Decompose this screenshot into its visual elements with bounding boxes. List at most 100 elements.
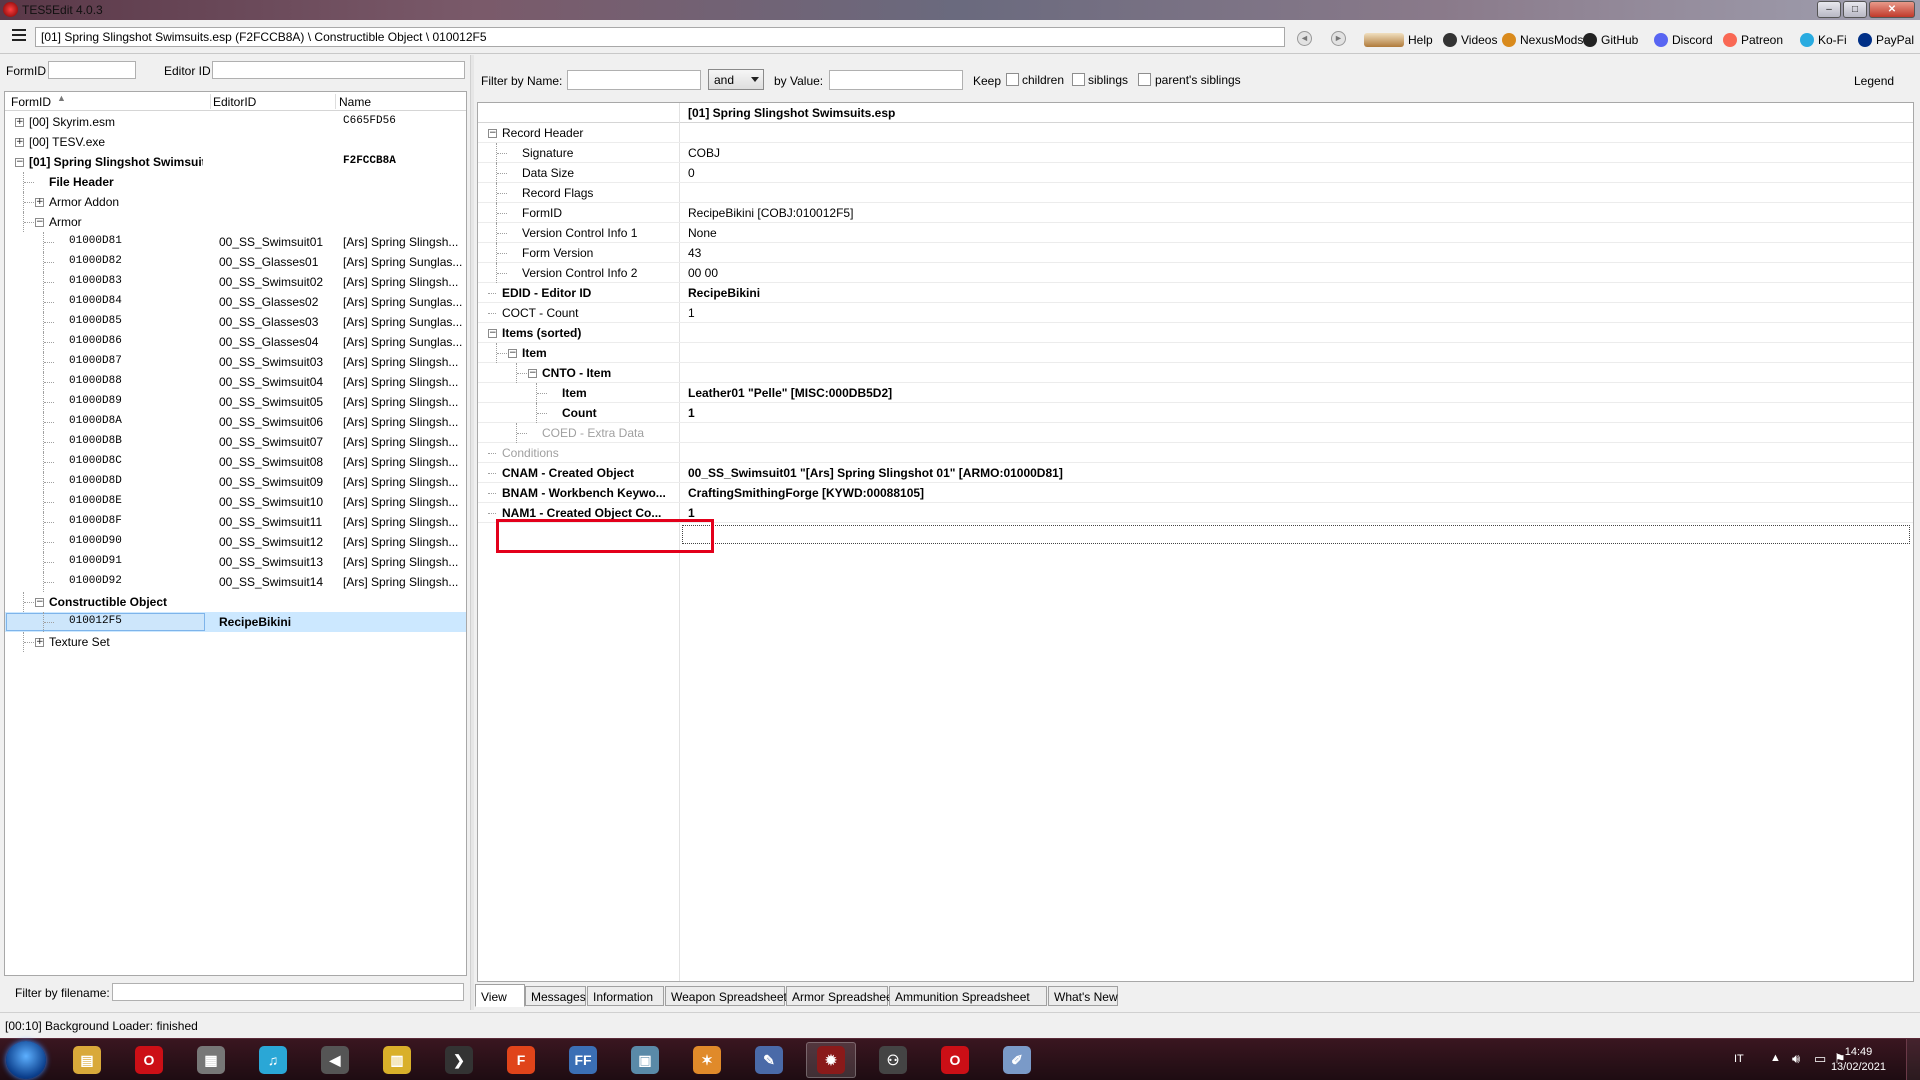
field-value[interactable]: CraftingSmithingForge [KYWD:00088105] (688, 486, 924, 500)
field-value[interactable]: 1 (688, 406, 695, 420)
record-field-row[interactable]: COCT - Count 1 (478, 303, 1913, 323)
record-field-row[interactable]: Conditions (478, 443, 1913, 463)
record-field-row[interactable]: Record Flags (478, 183, 1913, 203)
children-checkbox[interactable] (1006, 73, 1019, 86)
record-field-row[interactable]: FormID RecipeBikini [COBJ:010012F5] (478, 203, 1913, 223)
field-value[interactable]: 1 (688, 306, 695, 320)
legend-button[interactable]: Legend (1854, 74, 1894, 88)
collapse-icon[interactable]: − (488, 329, 497, 338)
field-value[interactable]: RecipeBikini [COBJ:010012F5] (688, 206, 853, 220)
tree-row[interactable]: + [00] Skyrim.esm C665FD56 (5, 112, 466, 132)
filter-name-input[interactable] (567, 70, 701, 90)
record-field-row[interactable]: − Items (sorted) (478, 323, 1913, 343)
tree-row[interactable]: 01000D8B 00_SS_Swimsuit07 [Ars] Spring Sli… (5, 432, 466, 452)
filter-filename-input[interactable] (112, 983, 464, 1001)
tab-weapon-spreadsheet[interactable]: Weapon Spreadsheet (665, 986, 787, 1006)
field-value[interactable]: COBJ (688, 146, 720, 160)
tree-row[interactable]: 01000D85 00_SS_Glasses03 [Ars] Spring Sung… (5, 312, 466, 332)
tree-row[interactable]: + [00] TESV.exe (5, 132, 466, 152)
tree-row[interactable]: + Armor Addon (5, 192, 466, 212)
siblings-checkbox[interactable] (1072, 73, 1085, 86)
record-field-row[interactable]: COED - Extra Data (478, 423, 1913, 443)
taskbar-app-media[interactable]: ▦ (186, 1042, 236, 1078)
tree-row[interactable]: 01000D86 00_SS_Glasses04 [Ars] Spring Sung… (5, 332, 466, 352)
tree-row[interactable]: 01000D89 00_SS_Swimsuit05 [Ars] Spring Sli… (5, 392, 466, 412)
maximize-button[interactable]: □ (1843, 1, 1867, 18)
record-field-row[interactable]: CNAM - Created Object 00_SS_Swimsuit01 "[… (478, 463, 1913, 483)
filter-value-input[interactable] (829, 70, 963, 90)
collapse-icon[interactable]: − (35, 218, 44, 227)
collapse-icon[interactable]: − (488, 129, 497, 138)
field-value[interactable]: 00 00 (688, 266, 718, 280)
taskbar-app-tes5edit[interactable]: ✹ (806, 1042, 856, 1078)
collapse-icon[interactable]: − (508, 349, 517, 358)
record-field-row[interactable]: − Item (478, 343, 1913, 363)
tree-row[interactable]: 01000D8C 00_SS_Swimsuit08 [Ars] Spring Sli… (5, 452, 466, 472)
tree-row[interactable]: 01000D88 00_SS_Swimsuit04 [Ars] Spring Sli… (5, 372, 466, 392)
link-patreon[interactable]: Patreon (1723, 33, 1783, 47)
and-or-select[interactable]: and (708, 69, 764, 90)
field-value[interactable]: 0 (688, 166, 695, 180)
show-desktop-button[interactable] (1906, 1039, 1920, 1080)
tab-messages[interactable]: Messages (525, 986, 586, 1006)
link-videos[interactable]: Videos (1443, 33, 1497, 47)
record-field-row[interactable]: Item Leather01 "Pelle" [MISC:000DB5D2] (478, 383, 1913, 403)
taskbar-app-paint[interactable]: ✐ (992, 1042, 1042, 1078)
tree-row[interactable]: + Texture Set (5, 632, 466, 652)
tree-row[interactable]: 01000D8E 00_SS_Swimsuit10 [Ars] Spring Sli… (5, 492, 466, 512)
clock[interactable]: 14:49 13/02/2021 (1831, 1045, 1886, 1075)
taskbar-app-opera2[interactable]: O (930, 1042, 980, 1078)
tree-row[interactable]: 01000D92 00_SS_Swimsuit14 [Ars] Spring Sli… (5, 572, 466, 592)
tab-what-s-new[interactable]: What's New (1048, 986, 1118, 1006)
focused-value-cell[interactable] (682, 525, 1910, 544)
tree-row[interactable]: 01000D90 00_SS_Swimsuit12 [Ars] Spring Sli… (5, 532, 466, 552)
start-button[interactable] (6, 1041, 46, 1079)
link-nexusmods[interactable]: NexusMods (1502, 33, 1583, 47)
taskbar-app-explorer[interactable]: ▤ (62, 1042, 112, 1078)
tree-row[interactable]: 01000D87 00_SS_Swimsuit03 [Ars] Spring Sli… (5, 352, 466, 372)
tree-row[interactable]: 01000D8F 00_SS_Swimsuit11 [Ars] Spring Sli… (5, 512, 466, 532)
menu-icon[interactable] (12, 29, 26, 43)
record-field-row[interactable]: Signature COBJ (478, 143, 1913, 163)
taskbar-app-black[interactable]: ❯ (434, 1042, 484, 1078)
network-icon[interactable]: ▭ (1814, 1051, 1826, 1067)
close-button[interactable]: ✕ (1869, 1, 1915, 18)
tree-row[interactable]: 01000D84 00_SS_Glasses02 [Ars] Spring Sung… (5, 292, 466, 312)
record-field-row[interactable]: Data Size 0 (478, 163, 1913, 183)
tree-row[interactable]: 01000D81 00_SS_Swimsuit01 [Ars] Spring Sli… (5, 232, 466, 252)
tab-view[interactable]: View (475, 984, 525, 1007)
record-field-row[interactable]: Count 1 (478, 403, 1913, 423)
link-ko-fi[interactable]: Ko-Fi (1800, 33, 1847, 47)
record-field-row[interactable]: − Record Header (478, 123, 1913, 143)
language-indicator[interactable]: IT (1734, 1053, 1744, 1065)
column-editorid[interactable]: EditorID (213, 95, 256, 109)
record-path-field[interactable]: [01] Spring Slingshot Swimsuits.esp (F2F… (35, 27, 1285, 47)
record-field-row[interactable]: Version Control Info 2 00 00 (478, 263, 1913, 283)
field-value[interactable]: 1 (688, 506, 695, 520)
taskbar-app-window[interactable]: ▣ (620, 1042, 670, 1078)
field-value[interactable]: RecipeBikini (688, 286, 760, 300)
forward-icon[interactable]: ► (1331, 31, 1346, 46)
link-discord[interactable]: Discord (1654, 33, 1713, 47)
tab-ammunition-spreadsheet[interactable]: Ammunition Spreadsheet (889, 986, 1047, 1006)
tree-row[interactable]: 01000D91 00_SS_Swimsuit13 [Ars] Spring Sli… (5, 552, 466, 572)
field-value[interactable]: None (688, 226, 717, 240)
record-field-row[interactable]: Version Control Info 1 None (478, 223, 1913, 243)
tree-row[interactable]: File Header (5, 172, 466, 192)
collapse-icon[interactable]: − (528, 369, 537, 378)
column-formid[interactable]: FormID (11, 95, 51, 109)
tree-row[interactable]: 01000D8A 00_SS_Swimsuit06 [Ars] Spring Sli… (5, 412, 466, 432)
taskbar-app-itunes[interactable]: ♫ (248, 1042, 298, 1078)
expand-icon[interactable]: + (15, 138, 24, 147)
tab-armor-spreadsheet[interactable]: Armor Spreadsheet (786, 986, 896, 1006)
record-field-row[interactable]: BNAM - Workbench Keywo... CraftingSmithin… (478, 483, 1913, 503)
parents-siblings-checkbox[interactable] (1138, 73, 1151, 86)
show-hidden-icons[interactable]: ▲ (1770, 1052, 1781, 1064)
record-field-row[interactable]: − CNTO - Item (478, 363, 1913, 383)
taskbar-app-opera[interactable]: O (124, 1042, 174, 1078)
record-field-row[interactable]: Form Version 43 (478, 243, 1913, 263)
tree-row[interactable]: 01000D8D 00_SS_Swimsuit09 [Ars] Spring Sli… (5, 472, 466, 492)
tree-row[interactable]: 01000D82 00_SS_Glasses01 [Ars] Spring Sung… (5, 252, 466, 272)
expand-icon[interactable]: + (35, 198, 44, 207)
tree-row[interactable]: 010012F5 RecipeBikini (5, 612, 466, 632)
